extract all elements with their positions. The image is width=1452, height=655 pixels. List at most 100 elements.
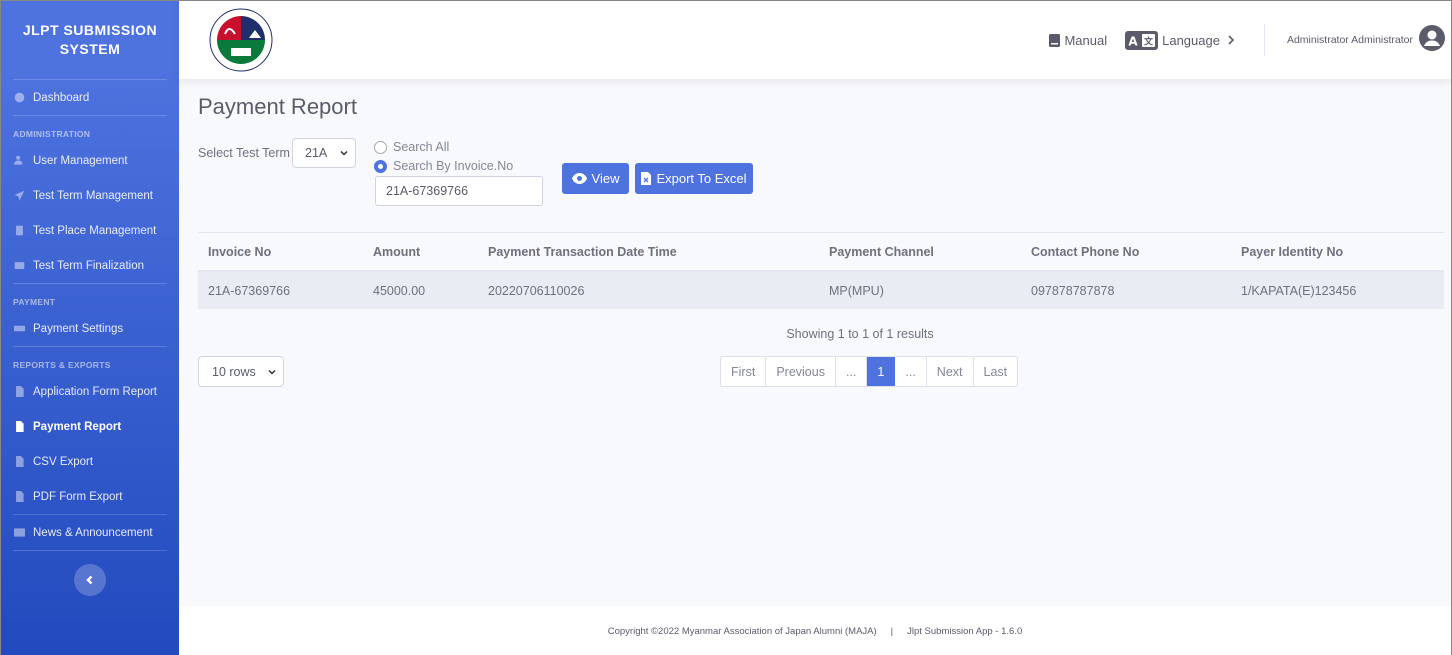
language-link[interactable]: A 文 Language <box>1125 30 1240 50</box>
table-row[interactable]: 21A-67369766 45000.00 20220706110026 MP(… <box>198 271 1444 309</box>
payment-table-wrapper: Invoice No Amount Payment Transaction Da… <box>198 232 1444 309</box>
col-payment-channel[interactable]: Payment Channel <box>819 233 1021 272</box>
sidebar-item-label: Dashboard <box>33 91 90 104</box>
chevron-down-icon <box>340 150 348 156</box>
sidebar-item-label: User Management <box>33 154 128 167</box>
chevron-right-icon <box>1228 35 1235 45</box>
sidebar-heading-administration: ADMINISTRATION <box>13 129 91 139</box>
sidebar-item-pdf-form-export[interactable]: PDF Form Export <box>1 479 179 514</box>
view-button-label: View <box>591 171 620 186</box>
language-label: Language <box>1162 32 1220 48</box>
sidebar-item-payment-report[interactable]: Payment Report <box>1 409 179 444</box>
eye-icon <box>571 173 587 184</box>
page-current[interactable]: 1 <box>867 357 896 386</box>
paper-plane-icon <box>13 190 25 202</box>
manual-label: Manual <box>1064 32 1108 48</box>
sidebar-item-label: Payment Settings <box>33 322 124 335</box>
rows-per-page-value: 10 rows <box>212 364 256 379</box>
user-name[interactable]: Administrator Administrator <box>1287 34 1413 46</box>
col-invoice-no[interactable]: Invoice No <box>198 233 363 272</box>
cell-payment-channel: MP(MPU) <box>819 271 1021 309</box>
col-amount[interactable]: Amount <box>363 233 478 272</box>
export-button-label: Export To Excel <box>656 171 747 186</box>
sidebar-item-application-form-report[interactable]: Application Form Report <box>1 374 179 409</box>
sidebar-item-label: Test Term Management <box>33 189 153 202</box>
cell-contact-phone: 097878787878 <box>1021 271 1231 309</box>
page-last[interactable]: Last <box>974 357 1018 386</box>
sidebar-item-dashboard[interactable]: Dashboard <box>1 80 179 115</box>
book-icon <box>1049 33 1061 47</box>
export-excel-button[interactable]: Export To Excel <box>635 163 753 194</box>
radio-search-all-label: Search All <box>393 140 450 154</box>
newspaper-icon <box>13 527 25 539</box>
building-icon <box>13 225 25 237</box>
dashboard-icon <box>13 92 25 104</box>
file-pdf-icon <box>13 491 25 503</box>
sidebar-item-label: Payment Report <box>33 420 122 433</box>
file-invoice-icon <box>13 421 25 433</box>
sidebar: JLPT SUBMISSION SYSTEM Dashboard ADMINIS… <box>1 1 179 655</box>
sidebar-item-user-management[interactable]: User Management <box>1 143 179 178</box>
file-excel-icon <box>641 172 652 185</box>
user-avatar-icon[interactable] <box>1419 24 1445 56</box>
brand-title[interactable]: JLPT SUBMISSION SYSTEM <box>1 1 179 79</box>
sidebar-item-test-term-management[interactable]: Test Term Management <box>1 178 179 213</box>
sidebar-divider <box>13 550 167 551</box>
sidebar-item-test-term-finalization[interactable]: Test Term Finalization <box>1 248 179 283</box>
topbar-right: Manual A 文 Language Administrator Admini… <box>1049 1 1451 79</box>
page-next[interactable]: Next <box>927 357 974 386</box>
view-button[interactable]: View <box>562 163 629 194</box>
col-transaction-datetime[interactable]: Payment Transaction Date Time <box>478 233 819 272</box>
cell-invoice-no: 21A-67369766 <box>198 271 363 309</box>
table-header-row: Invoice No Amount Payment Transaction Da… <box>198 233 1444 272</box>
maja-logo[interactable] <box>209 8 273 72</box>
manual-link[interactable]: Manual <box>1049 33 1107 48</box>
page-ellipsis-right[interactable]: ... <box>895 357 927 386</box>
sidebar-item-news-announcement[interactable]: News & Announcement <box>1 515 179 550</box>
radio-search-all[interactable]: Search All <box>374 140 449 154</box>
test-term-select[interactable]: 21A <box>292 138 356 168</box>
sidebar-item-test-place-management[interactable]: Test Place Management <box>1 213 179 248</box>
file-csv-icon <box>13 456 25 468</box>
test-term-value: 21A <box>305 146 328 160</box>
users-cog-icon <box>13 155 25 167</box>
page-previous[interactable]: Previous <box>766 357 836 386</box>
filter-panel: Select Test Term 21A Search All Search B… <box>198 124 1444 224</box>
sidebar-toggle-button[interactable] <box>74 564 106 596</box>
chevron-down-icon <box>268 369 276 375</box>
sidebar-item-label: Test Place Management <box>33 224 157 237</box>
page-first[interactable]: First <box>721 357 767 386</box>
payment-table: Invoice No Amount Payment Transaction Da… <box>198 233 1444 309</box>
col-contact-phone[interactable]: Contact Phone No <box>1021 233 1231 272</box>
radio-button[interactable] <box>374 140 387 154</box>
cell-payer-identity: 1/KAPATA(E)123456 <box>1231 271 1444 309</box>
topbar: Manual A 文 Language Administrator Admini… <box>179 1 1451 79</box>
page-title: Payment Report <box>198 94 357 119</box>
sidebar-item-label: Application Form Report <box>33 385 157 398</box>
sidebar-item-label: Test Term Finalization <box>33 259 144 272</box>
radio-search-by-invoice[interactable]: Search By Invoice.No <box>374 159 513 173</box>
svg-text:A: A <box>1128 34 1138 48</box>
copyright-text: Copyright ©2022 Myanmar Association of J… <box>607 625 877 637</box>
test-term-label: Select Test Term <box>198 146 290 160</box>
money-bill-icon <box>13 323 25 335</box>
file-alt-icon <box>13 386 25 398</box>
pagination: First Previous ... 1 ... Next Last <box>720 356 1019 387</box>
sidebar-item-csv-export[interactable]: CSV Export <box>1 444 179 479</box>
radio-button-checked[interactable] <box>374 159 387 173</box>
rows-per-page-select[interactable]: 10 rows <box>198 356 284 387</box>
col-payer-identity[interactable]: Payer Identity No <box>1231 233 1444 272</box>
radio-search-invoice-label: Search By Invoice.No <box>393 159 514 173</box>
main-content: Payment Report Select Test Term 21A Sear… <box>198 79 1444 387</box>
sidebar-item-label: PDF Form Export <box>33 490 123 503</box>
id-card-icon <box>13 260 25 272</box>
page-ellipsis-left[interactable]: ... <box>836 357 868 386</box>
footer-separator: | <box>890 625 894 637</box>
app-version: Jlpt Submission App - 1.6.0 <box>907 625 1023 637</box>
sidebar-item-label: News & Announcement <box>33 526 153 539</box>
invoice-number-input[interactable] <box>375 176 543 206</box>
topbar-divider <box>1263 24 1265 56</box>
chevron-left-icon <box>86 575 93 585</box>
results-summary: Showing 1 to 1 of 1 results <box>786 327 934 341</box>
sidebar-item-payment-settings[interactable]: Payment Settings <box>1 311 179 346</box>
